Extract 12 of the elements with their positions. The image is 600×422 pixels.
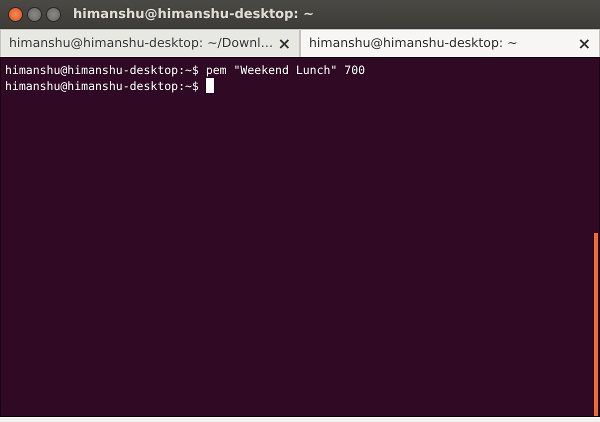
shell-prompt: himanshu@himanshu-desktop:~$ (5, 79, 199, 93)
terminal-tab[interactable]: himanshu@himanshu-desktop: ~ × (300, 29, 600, 57)
text-cursor (206, 78, 214, 93)
maximize-icon[interactable] (46, 7, 61, 22)
shell-prompt: himanshu@himanshu-desktop:~$ (5, 63, 199, 77)
close-icon[interactable] (8, 7, 23, 22)
close-tab-button[interactable]: × (278, 32, 291, 56)
close-tab-button[interactable]: × (578, 32, 591, 56)
command-text: pem "Weekend Lunch" 700 (206, 63, 366, 77)
minimize-icon[interactable] (27, 7, 42, 22)
terminal-tab[interactable]: himanshu@himanshu-desktop: ~/Downl… × (0, 29, 300, 57)
window-title: himanshu@himanshu-desktop: ~ (73, 6, 314, 24)
